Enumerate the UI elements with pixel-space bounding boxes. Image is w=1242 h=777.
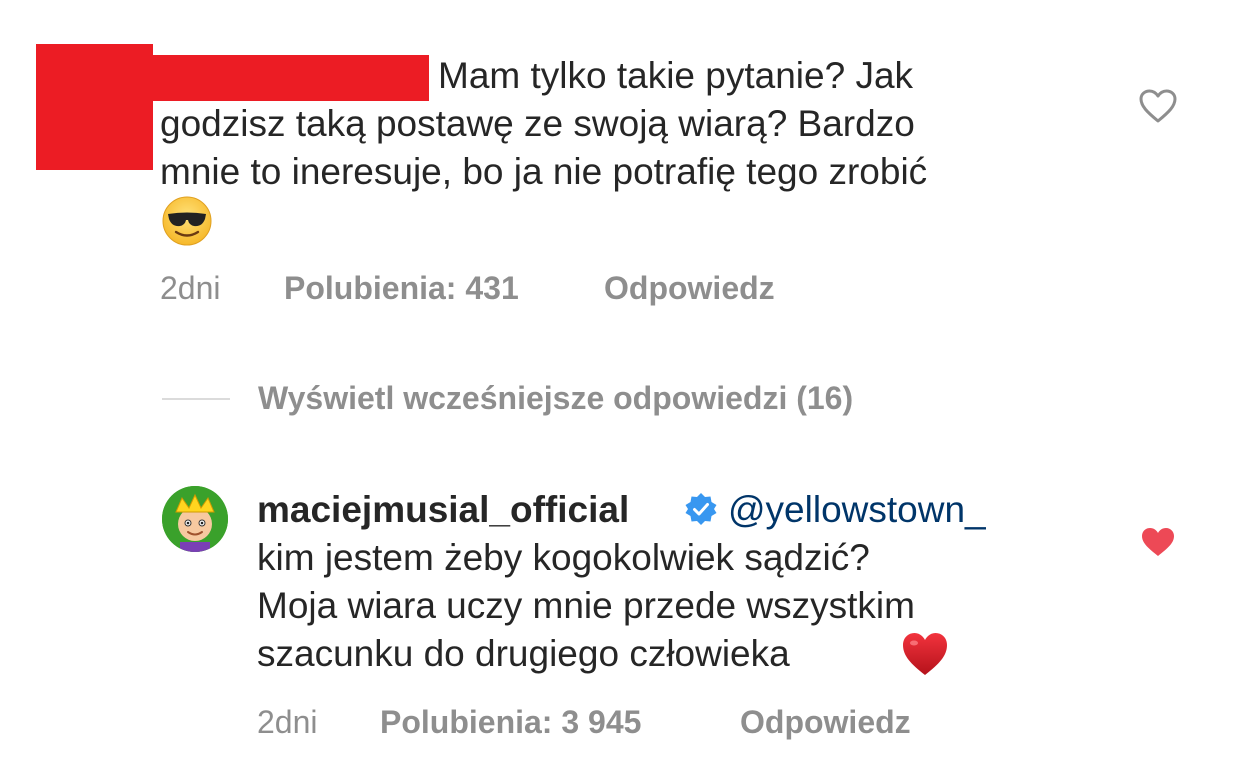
comment-text-line: Mam tylko takie pytanie? Jak bbox=[438, 55, 914, 96]
red-heart-emoji-icon bbox=[903, 633, 947, 675]
heart-filled-icon[interactable] bbox=[1140, 526, 1176, 558]
redacted-username-block bbox=[150, 55, 429, 101]
view-earlier-replies-button[interactable]: Wyświetl wcześniejsze odpowiedzi (16) bbox=[258, 378, 853, 418]
comment-text-line: szacunku do drugiego człowieka bbox=[257, 633, 790, 674]
comment-username[interactable]: maciejmusial_official bbox=[257, 486, 629, 534]
reply-button[interactable]: Odpowiedz bbox=[604, 268, 775, 308]
comment-text-line: mnie to ineresuje, bo ja nie potrafię te… bbox=[160, 151, 928, 192]
comment-text-line: Moja wiara uczy mnie przede wszystkim bbox=[257, 585, 915, 626]
avatar[interactable] bbox=[162, 486, 228, 552]
mention-link[interactable]: @yellowstown_ bbox=[728, 486, 986, 534]
verified-badge-icon bbox=[685, 493, 717, 525]
comment-likes-count[interactable]: Polubienia: 431 bbox=[284, 268, 519, 308]
redacted-username-block bbox=[36, 44, 153, 170]
comment-text-line: kim jestem żeby kogokolwiek sądzić? bbox=[257, 537, 870, 578]
comment-text-line: godzisz taką postawę ze swoją wiarą? Bar… bbox=[160, 103, 915, 144]
heart-outline-icon[interactable] bbox=[1138, 88, 1178, 124]
sunglasses-emoji-icon bbox=[162, 196, 212, 246]
comment-timestamp: 2dni bbox=[257, 704, 318, 740]
replies-divider bbox=[162, 398, 230, 400]
comment-timestamp: 2dni bbox=[160, 270, 221, 306]
comment-likes-count[interactable]: Polubienia: 3 945 bbox=[380, 702, 641, 742]
reply-button[interactable]: Odpowiedz bbox=[740, 702, 911, 742]
